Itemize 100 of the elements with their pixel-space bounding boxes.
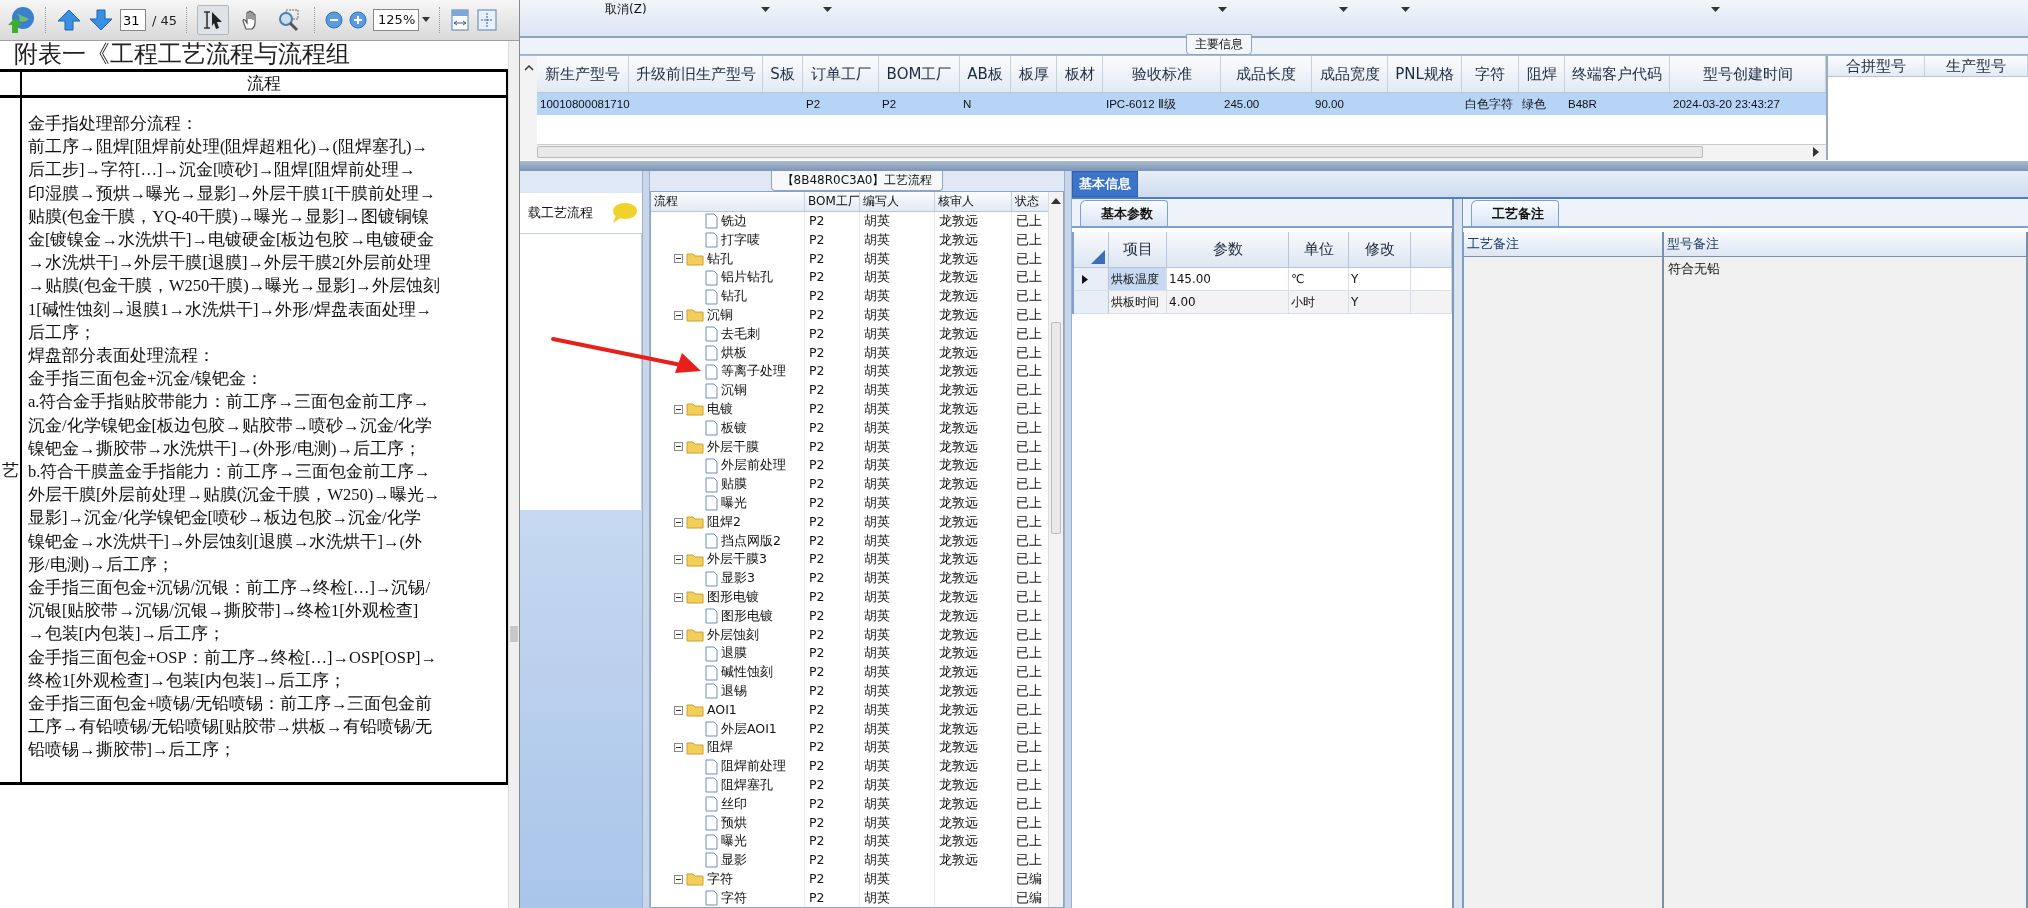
- column-header[interactable]: 板厚: [1011, 56, 1057, 92]
- row-header[interactable]: [1074, 268, 1109, 290]
- column-header[interactable]: 流程: [651, 192, 805, 211]
- tree-item[interactable]: 阻焊: [707, 738, 733, 758]
- tree-item[interactable]: 退锡: [721, 681, 747, 701]
- scroll-up-icon[interactable]: [1051, 197, 1061, 205]
- caret-up-icon[interactable]: [523, 64, 534, 71]
- globe-icon[interactable]: [6, 5, 36, 35]
- tool-button[interactable]: [197, 5, 230, 35]
- collapse-icon[interactable]: [674, 442, 683, 452]
- cancel-menu[interactable]: 取消(Z): [605, 1, 647, 18]
- tree-item[interactable]: AOI1: [707, 700, 737, 720]
- zoom-in-icon[interactable]: [349, 11, 368, 29]
- scrollbar[interactable]: [508, 41, 519, 908]
- down-arrow-icon[interactable]: [88, 7, 114, 33]
- tree-item[interactable]: 电镀: [707, 399, 733, 419]
- column-header[interactable]: 板材: [1057, 56, 1103, 92]
- caret-icon[interactable]: [1400, 7, 1410, 13]
- collapse-icon[interactable]: [674, 254, 683, 264]
- column-header[interactable]: 订单工厂: [803, 56, 879, 92]
- scrollbar-thumb[interactable]: [537, 146, 1703, 158]
- scrollbar[interactable]: [1048, 192, 1063, 907]
- column-header[interactable]: 参数: [1167, 232, 1289, 267]
- tree-item[interactable]: 丝印: [721, 794, 747, 814]
- column-header[interactable]: PNL规格: [1388, 56, 1462, 92]
- column-header[interactable]: 字符: [1462, 56, 1519, 92]
- tree-item[interactable]: 显影: [721, 851, 747, 870]
- scrollbar[interactable]: [537, 144, 1826, 160]
- scrollbar-thumb[interactable]: [510, 626, 518, 642]
- caret-icon[interactable]: [1710, 7, 1720, 13]
- scrollbar-thumb[interactable]: [1051, 322, 1061, 534]
- column-header[interactable]: 单位: [1289, 232, 1349, 267]
- column-header[interactable]: AB板: [960, 56, 1011, 92]
- collapse-icon[interactable]: [674, 630, 683, 640]
- column-header[interactable]: 新生产型号: [537, 56, 629, 92]
- column-header[interactable]: 型号创建时间: [1670, 56, 1826, 92]
- tree-item[interactable]: 等离子处理: [721, 362, 786, 382]
- column-header[interactable]: 项目: [1109, 232, 1167, 267]
- tree-item[interactable]: 阻焊2: [707, 512, 741, 532]
- column-header[interactable]: 成品长度: [1221, 56, 1312, 92]
- collapse-icon[interactable]: [674, 310, 683, 320]
- tab[interactable]: 工艺备注: [1471, 200, 1559, 226]
- collapse-icon[interactable]: [674, 517, 683, 527]
- tree-item[interactable]: 烘板: [721, 343, 747, 363]
- caret-icon[interactable]: [822, 7, 832, 13]
- tree-item[interactable]: 外层AOI1: [721, 719, 777, 739]
- column-header[interactable]: 核审人: [935, 192, 1012, 211]
- column-header[interactable]: S板: [763, 56, 803, 92]
- column-header[interactable]: 生产型号: [1925, 56, 2028, 76]
- column-header[interactable]: BOM工厂: [805, 192, 860, 211]
- zoom-out-icon[interactable]: [325, 11, 344, 29]
- tab[interactable]: 基本参数: [1080, 200, 1168, 226]
- column-header[interactable]: 成品宽度: [1312, 56, 1388, 92]
- tree-item[interactable]: 外层蚀刻: [707, 625, 759, 645]
- column-header[interactable]: 修改: [1349, 232, 1411, 267]
- tree-item[interactable]: 曝光: [721, 493, 747, 513]
- caret-icon[interactable]: [760, 7, 770, 13]
- tree-item[interactable]: 打字唛: [721, 230, 760, 250]
- caret-icon[interactable]: [422, 17, 431, 23]
- tree-item[interactable]: 字符: [707, 869, 733, 889]
- collapse-icon[interactable]: [674, 404, 683, 414]
- tree-item[interactable]: 阻焊塞孔: [721, 775, 773, 795]
- fit-width-icon[interactable]: [450, 8, 471, 32]
- tree-item[interactable]: 去毛刺: [721, 324, 760, 344]
- page-field[interactable]: 31: [120, 9, 146, 31]
- tree-item[interactable]: 铣边: [721, 212, 747, 231]
- collapse-icon[interactable]: [674, 555, 683, 565]
- scroll-right-icon[interactable]: [1812, 147, 1820, 157]
- collapse-icon[interactable]: [674, 874, 683, 884]
- column-header[interactable]: 阻焊: [1519, 56, 1565, 92]
- tree-item[interactable]: 曝光: [721, 832, 747, 852]
- collapse-icon[interactable]: [674, 705, 683, 715]
- tree-item[interactable]: 铝片钻孔: [721, 268, 773, 288]
- column-header[interactable]: 验收标准: [1103, 56, 1221, 92]
- tree-item[interactable]: 外层前处理: [721, 456, 786, 476]
- tree-item[interactable]: 板镀: [721, 418, 747, 438]
- tree-item[interactable]: 钻孔: [721, 287, 747, 306]
- tree-item[interactable]: 图形电镀: [707, 587, 759, 607]
- tree-item[interactable]: 字符: [721, 888, 747, 907]
- tree-item[interactable]: 显影3: [721, 569, 755, 588]
- column-header[interactable]: BOM工厂: [879, 56, 960, 92]
- tab[interactable]: 基本信息: [1072, 171, 1138, 197]
- tree-item[interactable]: 沉铜: [707, 306, 733, 325]
- caret-icon[interactable]: [1217, 7, 1227, 13]
- tree-item[interactable]: 挡点网版2: [721, 531, 781, 551]
- up-arrow-icon[interactable]: [56, 7, 82, 33]
- column-header[interactable]: 合拼型号: [1828, 56, 1925, 76]
- tree-item[interactable]: 外层干膜: [707, 437, 759, 457]
- tree-item[interactable]: 贴膜: [721, 475, 747, 494]
- tree-item[interactable]: 预烘: [721, 813, 747, 833]
- column-header[interactable]: 终端客户代码: [1565, 56, 1670, 92]
- tree-item[interactable]: 退膜: [721, 644, 747, 664]
- table-row[interactable]: 10010800081710 P2 P2 N IPC-6012 Ⅱ级 245.00 90.00 白色字符 绿色 B48R 2024-03-20 23:43:27: [537, 93, 1826, 115]
- column-header[interactable]: 升级前旧生产型号: [629, 56, 763, 92]
- tree-item[interactable]: 图形电镀: [721, 606, 773, 626]
- caret-icon[interactable]: [1338, 7, 1348, 13]
- tree-item[interactable]: 阻焊前处理: [721, 757, 786, 776]
- column-header[interactable]: 编写人: [860, 192, 935, 211]
- tree-item[interactable]: 沉铜: [721, 381, 747, 400]
- collapse-icon[interactable]: [674, 592, 683, 602]
